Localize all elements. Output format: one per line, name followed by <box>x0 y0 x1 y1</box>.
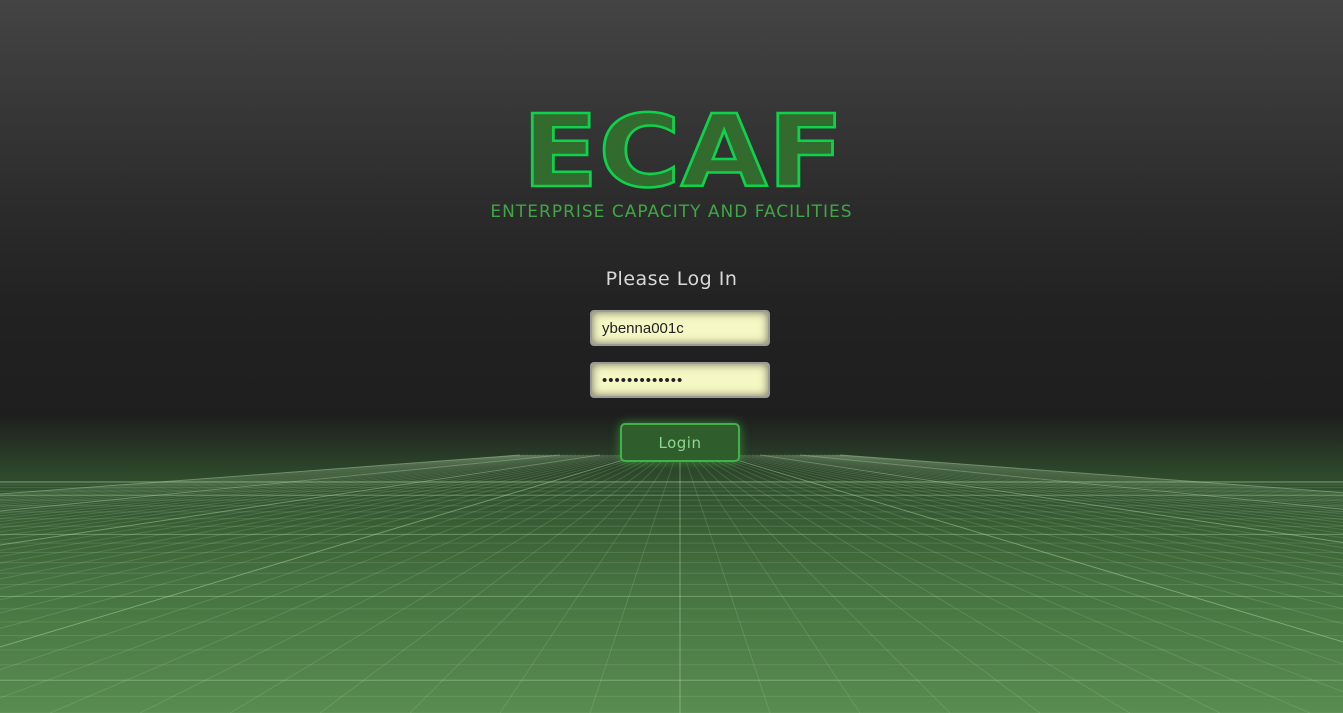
password-input[interactable] <box>590 362 770 398</box>
logo-text: ECAF <box>522 104 844 192</box>
ecaf-logo: ECAF <box>521 104 846 192</box>
login-button[interactable]: Login <box>620 423 740 462</box>
login-heading: Please Log In <box>605 268 738 290</box>
username-input[interactable] <box>590 310 770 346</box>
app-subtitle: ENTERPRISE CAPACITY AND FACILITIES <box>490 202 853 222</box>
